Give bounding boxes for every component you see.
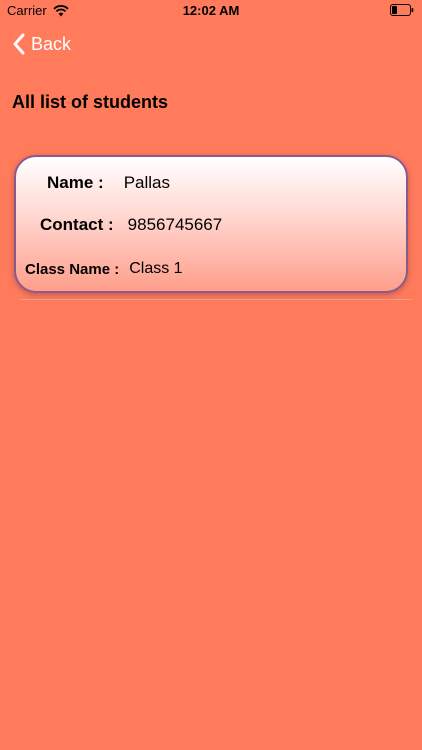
page-title: All list of students — [12, 92, 169, 112]
contact-value: 9856745667 — [127, 215, 223, 234]
class-row: Class Name : Class 1 — [25, 258, 183, 280]
name-row: Name : Pallas — [47, 172, 170, 194]
name-label: Name : — [47, 173, 104, 192]
back-button[interactable]: Back — [12, 30, 71, 58]
class-name-label: Class Name : — [25, 260, 120, 278]
battery-icon — [390, 4, 414, 16]
chevron-left-icon — [13, 33, 25, 55]
name-value: Pallas — [123, 173, 170, 192]
contact-row: Contact : 9856745667 — [40, 214, 222, 236]
student-card[interactable]: Name : Pallas Contact : 9856745667 Class… — [14, 155, 408, 293]
status-time: 12:02 AM — [182, 3, 240, 18]
back-label: Back — [31, 33, 72, 54]
status-bar: Carrier 12:02 AM — [0, 0, 422, 22]
class-name-value: Class 1 — [129, 260, 183, 277]
row-separator — [20, 299, 412, 300]
contact-label: Contact : — [40, 215, 114, 234]
